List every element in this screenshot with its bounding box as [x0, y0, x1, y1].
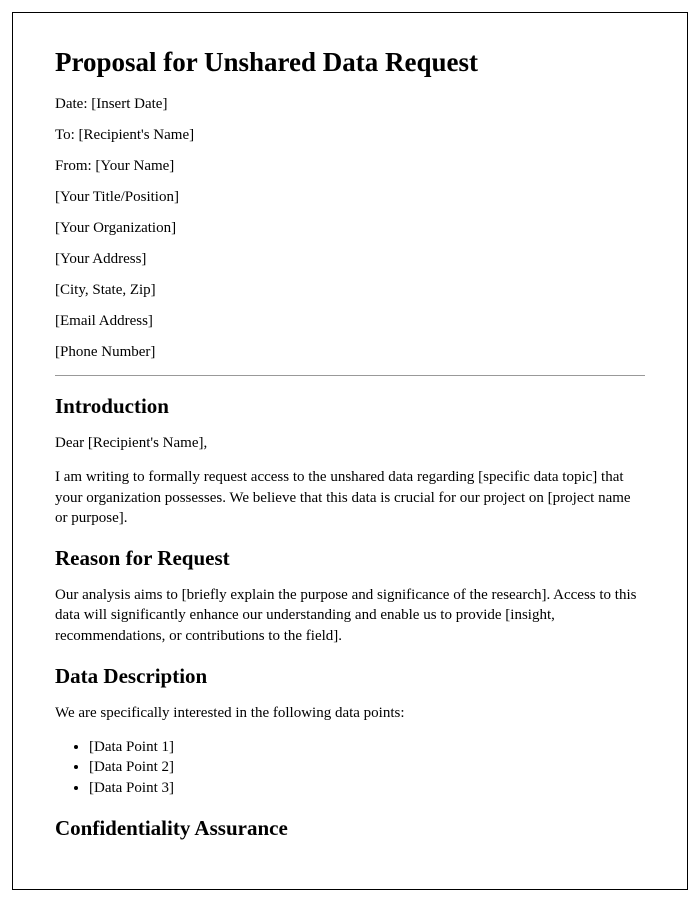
header-date: Date: [Insert Date] — [55, 96, 645, 113]
data-points-list: [Data Point 1] [Data Point 2] [Data Poin… — [89, 737, 645, 798]
header-title-position: [Your Title/Position] — [55, 189, 645, 206]
section-heading-introduction: Introduction — [55, 394, 645, 419]
document-page: Proposal for Unshared Data Request Date:… — [12, 12, 688, 890]
header-phone: [Phone Number] — [55, 344, 645, 361]
header-city-state-zip: [City, State, Zip] — [55, 282, 645, 299]
list-item: [Data Point 3] — [89, 778, 645, 798]
divider — [55, 375, 645, 376]
header-from: From: [Your Name] — [55, 158, 645, 175]
section-heading-reason: Reason for Request — [55, 546, 645, 571]
header-to: To: [Recipient's Name] — [55, 127, 645, 144]
section-heading-data-description: Data Description — [55, 664, 645, 689]
list-item: [Data Point 2] — [89, 757, 645, 777]
data-description-intro: We are specifically interested in the fo… — [55, 703, 645, 723]
section-heading-confidentiality: Confidentiality Assurance — [55, 816, 645, 841]
introduction-body: I am writing to formally request access … — [55, 467, 645, 528]
list-item: [Data Point 1] — [89, 737, 645, 757]
salutation: Dear [Recipient's Name], — [55, 433, 645, 453]
header-organization: [Your Organization] — [55, 220, 645, 237]
header-email: [Email Address] — [55, 313, 645, 330]
document-title: Proposal for Unshared Data Request — [55, 47, 645, 78]
reason-body: Our analysis aims to [briefly explain th… — [55, 585, 645, 646]
header-address: [Your Address] — [55, 251, 645, 268]
